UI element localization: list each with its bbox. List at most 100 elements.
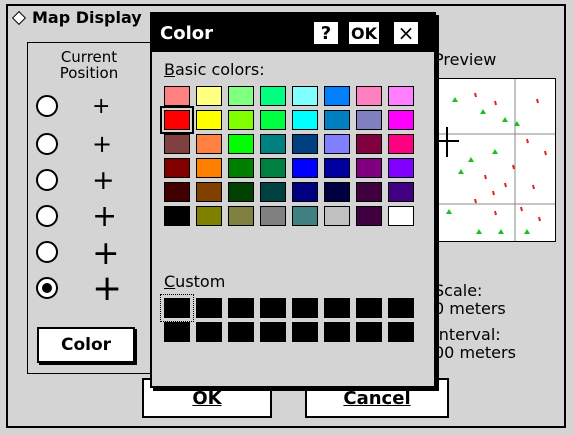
basic-color-swatch[interactable] xyxy=(292,206,318,226)
custom-color-swatch[interactable] xyxy=(228,298,254,318)
close-icon[interactable]: × xyxy=(392,20,420,46)
basic-color-swatch[interactable] xyxy=(324,110,350,130)
custom-color-swatch[interactable] xyxy=(228,322,254,342)
basic-color-swatch[interactable] xyxy=(260,206,286,226)
basic-color-swatch[interactable] xyxy=(228,110,254,130)
custom-color-swatch[interactable] xyxy=(260,298,286,318)
basic-color-swatch[interactable] xyxy=(356,86,382,106)
basic-color-swatch[interactable] xyxy=(228,182,254,202)
basic-color-swatch[interactable] xyxy=(388,182,414,202)
custom-color-swatch[interactable] xyxy=(356,322,382,342)
basic-color-swatch[interactable] xyxy=(160,106,194,134)
basic-color-swatch[interactable] xyxy=(196,206,222,226)
basic-color-swatch[interactable] xyxy=(324,206,350,226)
cursor-cross-icon: + xyxy=(92,93,111,119)
radio-button-checked[interactable] xyxy=(36,277,58,299)
custom-color-swatch[interactable] xyxy=(160,294,194,322)
custom-color-swatch[interactable] xyxy=(388,322,414,342)
basic-color-swatch[interactable] xyxy=(196,110,222,130)
map-preview-graphic xyxy=(435,79,555,241)
basic-color-swatch[interactable] xyxy=(324,86,350,106)
cursor-cross-icon: + xyxy=(92,198,118,234)
cursor-size-option-4[interactable]: + xyxy=(36,198,136,234)
color-button[interactable]: Color xyxy=(37,327,135,363)
basic-color-swatch[interactable] xyxy=(292,86,318,106)
basic-color-swatch[interactable] xyxy=(292,158,318,178)
basic-color-swatch[interactable] xyxy=(260,182,286,202)
custom-color-swatch[interactable] xyxy=(164,322,190,342)
basic-color-swatch[interactable] xyxy=(324,134,350,154)
basic-color-swatch[interactable] xyxy=(260,158,286,178)
basic-color-swatch[interactable] xyxy=(388,206,414,226)
basic-color-swatch[interactable] xyxy=(164,134,190,154)
basic-color-swatch[interactable] xyxy=(260,86,286,106)
help-button[interactable]: ? xyxy=(312,20,340,46)
radio-button[interactable] xyxy=(36,133,58,155)
radio-button[interactable] xyxy=(36,241,58,263)
interval-value: 00 meters xyxy=(434,343,516,362)
basic-color-swatch[interactable] xyxy=(260,110,286,130)
cursor-cross-icon: + xyxy=(92,267,123,309)
basic-colors-label: Basic colors: xyxy=(164,60,265,79)
custom-color-swatch[interactable] xyxy=(388,298,414,318)
basic-color-swatch[interactable] xyxy=(196,158,222,178)
basic-color-swatch[interactable] xyxy=(228,86,254,106)
custom-color-swatch[interactable] xyxy=(324,298,350,318)
radio-button[interactable] xyxy=(36,205,58,227)
basic-color-swatch[interactable] xyxy=(388,110,414,130)
color-dialog-title: Color xyxy=(160,23,213,44)
titlebar-ok-button[interactable]: OK xyxy=(347,20,381,46)
radio-button[interactable] xyxy=(36,169,58,191)
basic-color-swatch[interactable] xyxy=(292,182,318,202)
basic-color-swatch[interactable] xyxy=(228,206,254,226)
cursor-cross-icon: + xyxy=(92,164,115,196)
basic-color-swatch[interactable] xyxy=(356,182,382,202)
radio-button[interactable] xyxy=(36,95,58,117)
basic-color-swatch[interactable] xyxy=(164,86,190,106)
basic-color-swatch[interactable] xyxy=(164,206,190,226)
color-dialog: Color ? OK × Basic colors: Custom xyxy=(150,12,436,388)
basic-color-swatch[interactable] xyxy=(164,158,190,178)
map-display-title-text: Map Display xyxy=(32,8,142,27)
cursor-size-option-2[interactable]: + xyxy=(36,129,136,159)
current-position-label: Current Position xyxy=(59,48,119,82)
basic-color-swatch[interactable] xyxy=(164,182,190,202)
custom-color-swatch[interactable] xyxy=(196,322,222,342)
interval-label: Interval: xyxy=(434,325,501,344)
cursor-cross-icon: + xyxy=(92,232,120,272)
map-preview xyxy=(434,78,556,242)
custom-color-swatch[interactable] xyxy=(356,298,382,318)
custom-color-swatch[interactable] xyxy=(292,298,318,318)
basic-color-swatch[interactable] xyxy=(356,206,382,226)
cursor-size-option-5[interactable]: + xyxy=(36,233,136,272)
basic-color-swatch[interactable] xyxy=(356,110,382,130)
basic-color-swatch[interactable] xyxy=(228,134,254,154)
basic-color-swatch[interactable] xyxy=(196,134,222,154)
preview-label: Preview xyxy=(434,50,497,69)
custom-color-swatch[interactable] xyxy=(292,322,318,342)
cursor-size-option-6[interactable]: + xyxy=(36,268,136,309)
basic-color-swatch[interactable] xyxy=(356,134,382,154)
basic-color-swatch[interactable] xyxy=(260,134,286,154)
custom-color-swatch[interactable] xyxy=(196,298,222,318)
custom-colors-label: Custom xyxy=(164,272,226,291)
basic-color-swatch[interactable] xyxy=(324,182,350,202)
basic-color-swatch[interactable] xyxy=(388,86,414,106)
custom-color-swatch[interactable] xyxy=(260,322,286,342)
collapse-diamond-icon[interactable] xyxy=(11,10,27,25)
basic-color-swatch[interactable] xyxy=(196,182,222,202)
basic-color-swatch[interactable] xyxy=(356,158,382,178)
basic-color-swatch[interactable] xyxy=(324,158,350,178)
basic-color-swatch[interactable] xyxy=(228,158,254,178)
cursor-size-option-3[interactable]: + xyxy=(36,164,136,196)
scale-label: Scale: xyxy=(434,281,483,300)
custom-color-swatch[interactable] xyxy=(324,322,350,342)
basic-color-swatch[interactable] xyxy=(196,86,222,106)
cursor-size-option-1[interactable]: + xyxy=(36,91,136,121)
current-position-group: Current Position + + + + + + Color xyxy=(27,42,151,374)
map-display-title: Map Display xyxy=(11,8,142,27)
basic-color-swatch[interactable] xyxy=(388,134,414,154)
basic-color-swatch[interactable] xyxy=(292,110,318,130)
basic-color-swatch[interactable] xyxy=(388,158,414,178)
basic-color-swatch[interactable] xyxy=(292,134,318,154)
